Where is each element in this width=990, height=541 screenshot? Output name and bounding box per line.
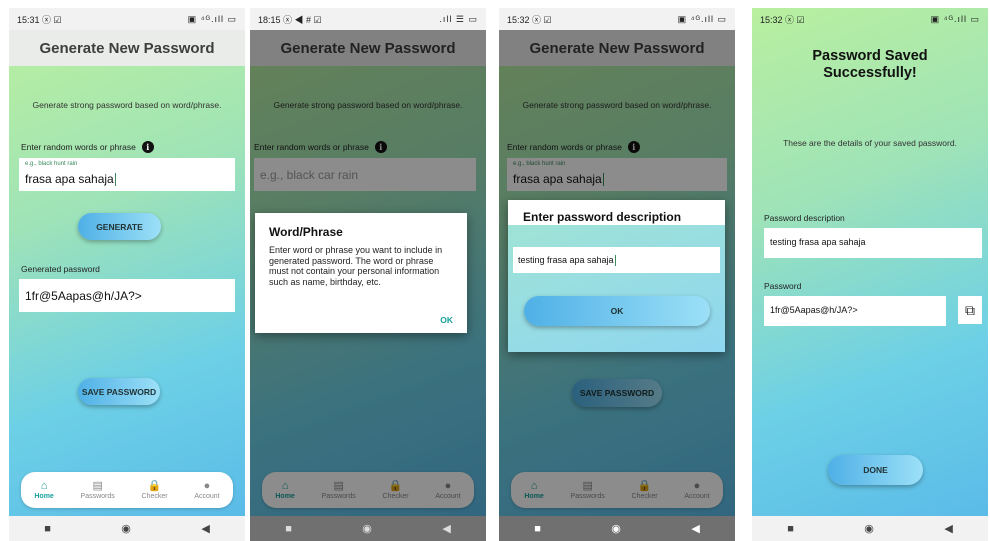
description-label: Password description xyxy=(764,213,845,223)
phrase-hint: e.g., black hunt rain xyxy=(25,161,78,167)
status-time: 15:31 ⓧ ☑ xyxy=(17,14,62,25)
status-icons: ▣ ⁴ᴳ.ıll ▭ xyxy=(677,13,727,24)
account-icon: ● xyxy=(203,480,211,492)
status-bar: 18:15 ⓧ ◀ # ☑ .ıll ☰ ▭ xyxy=(250,8,486,30)
system-nav-bar: ■ ◉ ◀ xyxy=(752,516,988,541)
status-time: 15:32 ⓧ ☑ xyxy=(507,14,552,25)
nav-account[interactable]: ● Account xyxy=(194,480,219,500)
copy-icon[interactable]: ⧉ xyxy=(958,296,982,324)
content-background xyxy=(752,8,988,516)
status-icons: ▣ ⁴ᴳ.ıll ▭ xyxy=(930,13,980,24)
phrase-value: frasa apa sahaja xyxy=(25,172,116,187)
done-button[interactable]: DONE xyxy=(828,455,923,485)
status-bar-overlay: 15:32 ⓧ ☑ ▣ ⁴ᴳ.ıll ▭ xyxy=(752,8,988,30)
generated-label: Generated password xyxy=(21,264,100,274)
nav-passwords[interactable]: ▤ Passwords xyxy=(81,480,115,500)
dialog-body: testing frasa apa sahaja OK xyxy=(508,225,725,352)
home-button[interactable]: ◉ xyxy=(362,522,372,535)
save-password-button[interactable]: SAVE PASSWORD xyxy=(78,378,160,405)
text-caret xyxy=(114,173,116,187)
screen-generate: 15:31 ⓧ ☑ ▣ ⁴ᴳ.ıll ▭ Generate New Passwo… xyxy=(9,8,245,541)
nav-home[interactable]: ⌂ Home xyxy=(34,480,53,500)
recents-button[interactable]: ■ xyxy=(285,523,292,535)
lock-icon: 🔒 xyxy=(147,480,162,492)
nav-home-label: Home xyxy=(34,493,54,500)
description-value: testing frasa apa sahaja xyxy=(518,255,614,265)
success-subtitle: These are the details of your saved pass… xyxy=(783,138,957,148)
dialog-title: Word/Phrase xyxy=(269,225,343,239)
phrase-input[interactable]: e.g., black hunt rain frasa apa sahaja xyxy=(19,158,235,191)
back-button[interactable]: ◀ xyxy=(442,522,450,535)
status-icons: .ıll ☰ ▭ xyxy=(439,13,478,24)
home-button[interactable]: ◉ xyxy=(611,522,621,535)
home-button[interactable]: ◉ xyxy=(864,522,874,535)
bottom-nav: ⌂ Home ▤ Passwords 🔒 Checker ● Account xyxy=(21,472,233,508)
system-nav-bar: ■ ◉ ◀ xyxy=(250,516,486,541)
password-label: Password xyxy=(764,281,802,291)
recents-button[interactable]: ■ xyxy=(787,523,794,535)
status-time: 18:15 ⓧ ◀ # ☑ xyxy=(258,14,322,25)
status-bar: 15:31 ⓧ ☑ ▣ ⁴ᴳ.ıll ▭ xyxy=(9,8,245,30)
dialog-title: Enter password description xyxy=(523,210,682,224)
status-time: 15:32 ⓧ ☑ xyxy=(760,14,805,25)
screen-phrase-info: 18:15 ⓧ ◀ # ☑ .ıll ☰ ▭ Generate New Pass… xyxy=(250,8,486,541)
system-nav-bar: ■ ◉ ◀ xyxy=(9,516,245,541)
success-title: Password Saved Successfully! xyxy=(812,48,928,81)
dialog-ok-button[interactable]: OK xyxy=(440,315,453,325)
saved-password-field: 1fr@5Aapas@h/JA?> xyxy=(764,296,946,326)
generated-password-value: 1fr@5Aapas@h/JA?> xyxy=(25,289,142,303)
back-button[interactable]: ◀ xyxy=(691,522,699,535)
phrase-label: Enter random words or phrase i xyxy=(21,141,154,153)
text-caret xyxy=(614,255,616,267)
phrase-info-dialog: Word/Phrase Enter word or phrase you wan… xyxy=(255,213,467,333)
description-input[interactable]: testing frasa apa sahaja xyxy=(513,247,720,273)
back-button[interactable]: ◀ xyxy=(944,522,952,535)
recents-button[interactable]: ■ xyxy=(534,523,541,535)
description-dialog: Enter password description testing frasa… xyxy=(508,200,725,352)
list-icon: ▤ xyxy=(92,480,103,492)
nav-checker[interactable]: 🔒 Checker xyxy=(142,480,168,500)
system-nav-bar: ■ ◉ ◀ xyxy=(499,516,735,541)
screen-saved: 15:32 ⓧ ☑ ▣ ⁴ᴳ.ıll ▭ 15:32 ⓧ ☑ ▣ ⁴ᴳ.ıll … xyxy=(752,8,988,541)
phrase-value-text: frasa apa sahaja xyxy=(25,172,114,186)
screen-description-dialog: 15:32 ⓧ ☑ ▣ ⁴ᴳ.ıll ▭ Generate New Passwo… xyxy=(499,8,735,541)
saved-password-value: 1fr@5Aapas@h/JA?> xyxy=(770,305,858,315)
generated-password-field: 1fr@5Aapas@h/JA?> xyxy=(19,279,235,312)
nav-account-label: Account xyxy=(194,493,220,500)
status-bar: 15:32 ⓧ ☑ ▣ ⁴ᴳ.ıll ▭ xyxy=(499,8,735,30)
generate-button[interactable]: GENERATE xyxy=(78,213,161,240)
info-icon[interactable]: i xyxy=(141,141,154,153)
back-button[interactable]: ◀ xyxy=(201,522,209,535)
dialog-ok-button[interactable]: OK xyxy=(524,296,710,326)
nav-passwords-label: Passwords xyxy=(80,493,115,500)
nav-checker-label: Checker xyxy=(141,493,168,500)
phrase-label-text: Enter random words or phrase xyxy=(21,142,136,152)
recents-button[interactable]: ■ xyxy=(44,523,51,535)
saved-description-value: testing frasa apa sahaja xyxy=(770,237,866,247)
saved-description-field: testing frasa apa sahaja xyxy=(764,228,982,258)
home-icon: ⌂ xyxy=(40,480,48,492)
page-description: Generate strong password based on word/p… xyxy=(32,100,222,110)
status-icons: ▣ ⁴ᴳ.ıll ▭ xyxy=(187,13,237,24)
page-title: Generate New Password xyxy=(9,30,245,66)
home-button[interactable]: ◉ xyxy=(121,522,131,535)
dialog-body: Enter word or phrase you want to include… xyxy=(269,245,443,287)
